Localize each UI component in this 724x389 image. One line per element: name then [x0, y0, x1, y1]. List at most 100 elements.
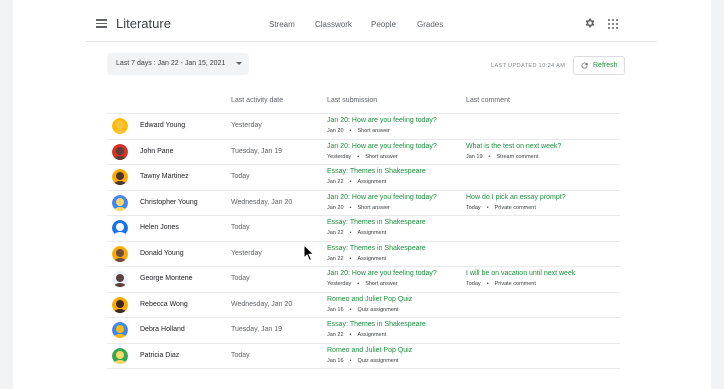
avatar	[112, 245, 128, 262]
comment-title-link[interactable]: I will be on vacation until next week	[466, 270, 575, 277]
separator-dot: •	[488, 153, 491, 160]
last-activity-date: Today	[231, 224, 250, 231]
submission-type: Short answer	[357, 128, 390, 134]
refresh-label: Refresh	[593, 62, 618, 69]
separator-dot: •	[349, 357, 352, 364]
comment-date: Jan 19	[466, 153, 483, 160]
tab-grades[interactable]: Grades	[417, 20, 443, 29]
avatar	[112, 169, 128, 185]
refresh-button[interactable]: Refresh	[573, 56, 625, 75]
student-name[interactable]: Tawny Martinez	[140, 173, 189, 180]
student-name[interactable]: Debra Holland	[140, 326, 185, 333]
last-updated-text: LAST UPDATED 10:24 AM	[491, 63, 566, 69]
submission-date: Yesterday	[327, 153, 352, 160]
separator-dot: •	[349, 128, 352, 134]
separator-dot: •	[357, 281, 360, 287]
tab-stream[interactable]: Stream	[269, 20, 295, 29]
table-row[interactable]: Edward Young Yesterday Jan 20: How are y…	[107, 113, 620, 139]
student-name[interactable]: Edward Young	[140, 122, 185, 129]
avatar	[112, 118, 128, 134]
last-activity-date: Today	[231, 173, 250, 180]
column-header-last-comment: Last comment	[466, 97, 510, 104]
app-header: Literature Stream Classwork People Grade…	[13, 0, 711, 41]
separator-dot: •	[349, 179, 352, 185]
submission-title-link[interactable]: Jan 20: How are you feeling today?	[327, 117, 437, 124]
submission-type: Quiz assignment	[357, 357, 399, 364]
submission-type: Assignment	[357, 179, 387, 185]
student-name[interactable]: Rebecca Wong	[140, 301, 188, 308]
submission-meta: Jan 22 • Assignment	[327, 230, 386, 236]
student-name[interactable]: George Montene	[140, 275, 193, 282]
caret-down-icon	[236, 62, 242, 65]
avatar	[112, 143, 128, 160]
comment-title-link[interactable]: What is the test on next week?	[466, 143, 561, 150]
submission-meta: Jan 20 • Short answer	[327, 205, 390, 211]
avatar	[112, 194, 128, 211]
avatar	[112, 347, 128, 364]
submission-date: Jan 20	[327, 204, 344, 211]
submission-date: Jan 22	[327, 255, 344, 262]
comment-meta: Today • Private comment	[466, 205, 536, 211]
student-name[interactable]: John Pane	[140, 148, 173, 155]
submission-type: Assignment	[357, 230, 387, 236]
page-title: Literature	[116, 16, 171, 31]
menu-icon[interactable]	[96, 19, 107, 28]
submission-meta: Jan 20 • Short answer	[327, 128, 390, 134]
table-row[interactable]: Tawny Martinez Today Essay: Themes in Sh…	[107, 164, 620, 190]
gear-icon[interactable]	[584, 17, 596, 29]
last-activity-date: Wednesday, Jan 20	[231, 300, 293, 308]
submission-meta: Jan 22 • Assignment	[327, 179, 386, 185]
submission-date: Jan 22	[327, 230, 344, 236]
separator-dot: •	[349, 306, 352, 313]
tab-classwork[interactable]: Classwork	[315, 20, 352, 29]
comment-type: Private comment	[494, 204, 536, 211]
table-row[interactable]: Rebecca Wong Wednesday, Jan 20 Romeo and…	[107, 291, 620, 318]
student-name[interactable]: Donald Young	[140, 250, 184, 257]
submission-title-link[interactable]: Essay: Themes in Shakespeare	[327, 245, 426, 252]
date-range-select[interactable]: Last 7 days : Jan 22 - Jan 15, 2021	[107, 53, 249, 75]
submission-type: Short answer	[365, 281, 398, 287]
last-activity-date: Tuesday, Jan 19	[231, 326, 282, 333]
avatar	[112, 220, 128, 236]
student-name[interactable]: Christopher Young	[140, 199, 198, 206]
apps-grid-icon[interactable]	[608, 19, 618, 29]
submission-type: Assignment	[357, 255, 387, 262]
submission-title-link[interactable]: Essay: Themes in Shakespeare	[327, 321, 426, 328]
table-row[interactable]: Helen Jones Today Essay: Themes in Shake…	[107, 215, 620, 241]
submission-title-link[interactable]: Romeo and Juliet Pop Quiz	[327, 347, 412, 354]
last-activity-date: Wednesday, Jan 20	[231, 198, 293, 206]
avatar	[112, 296, 128, 313]
submission-meta: Yesterday • Short answer	[327, 154, 398, 160]
submission-title-link[interactable]: Jan 20: How are you feeling today?	[327, 143, 437, 150]
column-header-last-submission: Last submission	[327, 97, 378, 104]
date-range-label: Last 7 days : Jan 22 - Jan 15, 2021	[116, 60, 226, 67]
submission-type: Assignment	[357, 332, 387, 338]
table-row[interactable]: Patricia Diaz Today Romeo and Juliet Pop…	[107, 342, 620, 369]
student-name[interactable]: Patricia Diaz	[140, 352, 179, 359]
comment-type: Stream comment	[496, 153, 539, 160]
submission-title-link[interactable]: Jan 20: How are you feeling today?	[327, 194, 437, 201]
submission-title-link[interactable]: Romeo and Juliet Pop Quiz	[327, 296, 412, 303]
table-row[interactable]: John Pane Tuesday, Jan 19 Jan 20: How ar…	[107, 138, 620, 165]
table-row[interactable]: Christopher Young Wednesday, Jan 20 Jan …	[107, 189, 620, 216]
table-row[interactable]: George Montene Today Jan 20: How are you…	[107, 266, 620, 292]
submission-meta: Jan 22 • Assignment	[327, 256, 386, 262]
submission-date: Yesterday	[327, 281, 352, 287]
submission-title-link[interactable]: Essay: Themes in Shakespeare	[327, 168, 426, 175]
separator-dot: •	[357, 153, 360, 160]
student-name[interactable]: Helen Jones	[140, 224, 179, 231]
comment-meta: Jan 19 • Stream comment	[466, 154, 538, 160]
last-activity-date: Tuesday, Jan 19	[231, 147, 282, 155]
table-row[interactable]: Debra Holland Tuesday, Jan 19 Essay: The…	[107, 317, 620, 343]
last-activity-date: Today	[231, 351, 250, 359]
comment-title-link[interactable]: How do I pick an essay prompt?	[466, 194, 566, 201]
submission-meta: Jan 16 • Quiz assignment	[327, 307, 398, 313]
table-row[interactable]: Donald Young Yesterday Essay: Themes in …	[107, 240, 620, 267]
comment-meta: Today • Private comment	[466, 281, 536, 287]
submission-date: Jan 16	[327, 357, 344, 364]
comment-date: Today	[466, 204, 481, 211]
tab-people[interactable]: People	[371, 20, 396, 29]
submission-title-link[interactable]: Essay: Themes in Shakespeare	[327, 219, 426, 226]
submission-title-link[interactable]: Jan 20: How are you feeling today?	[327, 270, 437, 277]
submission-type: Short answer	[365, 153, 398, 160]
